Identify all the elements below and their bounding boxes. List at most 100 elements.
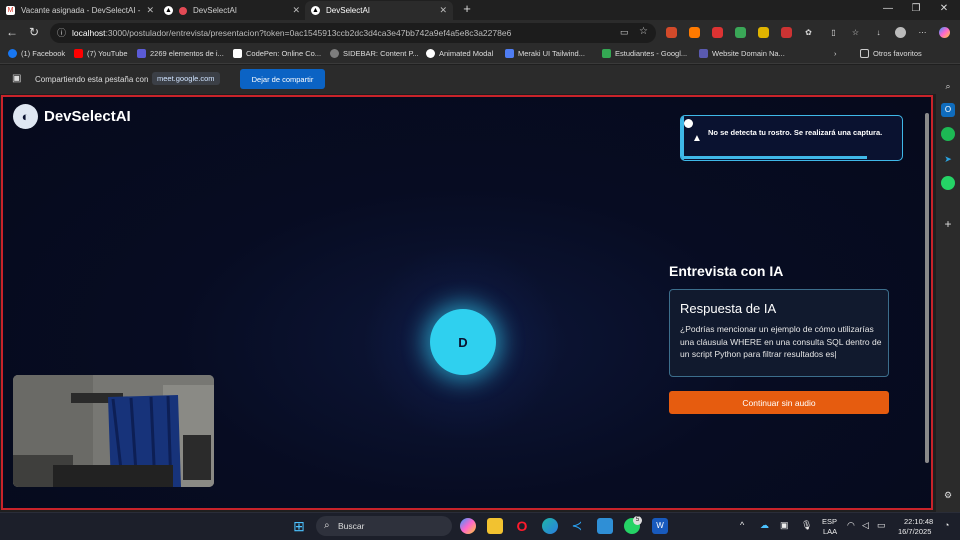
bookmark-animated-modal[interactable]: Animated Modal — [426, 49, 493, 58]
tab-label: DevSelectAI — [326, 6, 371, 15]
opera-icon[interactable]: O — [514, 518, 530, 534]
devselectai-icon: ▲ — [311, 6, 320, 15]
screen-share-icon: ▣ — [12, 73, 22, 84]
photos-icon[interactable] — [597, 518, 613, 534]
recording-icon — [179, 6, 187, 15]
onedrive-icon[interactable]: ☁ — [760, 520, 769, 531]
bookmark-facebook[interactable]: (1) Facebook — [8, 49, 65, 58]
edge-icon[interactable] — [542, 518, 558, 534]
teams-icon[interactable]: ▣ — [780, 520, 789, 531]
other-favorites[interactable]: Otros favoritos — [860, 49, 922, 58]
tab-sharing-bar: ▣ Compartiendo esta pestaña con meet.goo… — [0, 65, 936, 94]
bookmark-elementos[interactable]: 2269 elementos de i... — [137, 49, 224, 58]
extensions-puzzle-icon[interactable]: ✿ — [803, 27, 814, 38]
tab-devselectai[interactable]: ▲ DevSelectAI ✕ — [305, 1, 453, 20]
face-warning-toast[interactable]: ▲ No se detecta tu rostro. Se realizará … — [680, 115, 903, 161]
favorites-icon[interactable]: ☆ — [850, 27, 861, 38]
bookmark-meraki[interactable]: Meraki UI Tailwind... — [505, 49, 585, 58]
devselectai-icon: ▲ — [164, 6, 173, 15]
tray-chevron-up-icon[interactable]: ^ — [740, 520, 744, 530]
cast-icon[interactable]: ▭ — [620, 27, 629, 38]
whatsapp-icon[interactable] — [941, 176, 955, 190]
bookmark-estudiantes[interactable]: Estudiantes - Googl... — [602, 49, 687, 58]
tab-strip: M Vacante asignada - DevSelectAI - ✕ ▲ D… — [0, 0, 960, 20]
bookmark-icon — [330, 49, 339, 58]
windows-start-icon[interactable]: ⊞ — [291, 518, 307, 534]
tab-vacante[interactable]: M Vacante asignada - DevSelectAI - ✕ — [0, 1, 160, 20]
whatsapp-badge: 5 — [633, 516, 642, 525]
bookmark-youtube[interactable]: (7) YouTube — [74, 49, 128, 58]
codepen-icon — [233, 49, 242, 58]
outlook-icon[interactable]: O — [941, 103, 955, 117]
split-screen-icon[interactable]: ▯ — [828, 27, 839, 38]
microphone-icon[interactable]: 🎙 — [801, 520, 812, 531]
bookmark-website-domain[interactable]: Website Domain Na... — [699, 49, 785, 58]
search-icon[interactable]: ⌕ — [941, 79, 955, 93]
copilot-icon[interactable] — [939, 27, 950, 38]
app-viewport: ◐ DevSelectAI ▲ No se detecta tu rostro.… — [1, 95, 933, 510]
gear-icon[interactable]: ⚙ — [941, 488, 955, 502]
search-icon: ⌕ — [324, 520, 330, 531]
download-icon[interactable]: ↓ — [873, 27, 884, 38]
notification-bell-icon[interactable]: ◔ — [944, 520, 949, 530]
language-indicator[interactable]: ESP — [822, 517, 837, 526]
clock-time[interactable]: 22:10:48 — [904, 517, 933, 526]
toast-progress-bar — [684, 156, 868, 159]
taskbar-search[interactable]: ⌕ Buscar — [316, 516, 452, 536]
shield-icon[interactable] — [735, 27, 746, 38]
warning-icon: ▲ — [692, 133, 702, 144]
spotify-icon[interactable] — [941, 127, 955, 141]
address-bar[interactable]: ⓘ localhost:3000/postulador/entrevista/p… — [50, 23, 656, 43]
extension-icon[interactable] — [712, 27, 723, 38]
interview-title: Entrevista con IA — [669, 263, 784, 279]
site-info-icon[interactable]: ⓘ — [57, 26, 66, 39]
youtube-icon — [74, 49, 83, 58]
add-icon[interactable]: + — [941, 217, 955, 231]
metamask-icon[interactable] — [689, 27, 700, 38]
devselectai-logo-icon: ◐ — [13, 104, 38, 129]
volume-icon[interactable]: ◁ — [862, 520, 869, 531]
close-icon[interactable]: ✕ — [146, 5, 154, 16]
tab-label: Vacante asignada - DevSelectAI - — [21, 6, 141, 15]
continue-without-audio-button[interactable]: Continuar sin audio — [669, 391, 889, 414]
extension-icon[interactable] — [758, 27, 769, 38]
bookmark-icon — [505, 49, 514, 58]
vscode-icon[interactable]: ≺ — [569, 518, 585, 534]
reload-button[interactable]: ↻ — [26, 25, 42, 39]
copilot-icon[interactable] — [460, 518, 476, 534]
folder-icon — [860, 49, 869, 58]
tab-devselectai-recording[interactable]: ▲ DevSelectAI ✕ — [158, 1, 306, 20]
profile-avatar[interactable] — [895, 27, 906, 38]
battery-icon[interactable]: ▭ — [877, 520, 886, 531]
favorite-star-icon[interactable]: ☆ — [639, 26, 648, 37]
tab-label: DevSelectAI — [193, 6, 238, 15]
maximize-button[interactable]: ❐ — [902, 3, 930, 14]
search-label: Buscar — [338, 521, 365, 531]
wifi-icon[interactable]: ◠ — [847, 520, 855, 531]
bookmarks-bar: (1) Facebook (7) YouTube 2269 elementos … — [0, 46, 960, 64]
minimize-button[interactable]: — — [874, 3, 902, 14]
telegram-icon[interactable]: ➤ — [941, 152, 955, 166]
bookmark-icon — [699, 49, 708, 58]
more-menu-icon[interactable]: ⋯ — [917, 27, 928, 38]
stop-sharing-button[interactable]: Dejar de compartir — [240, 69, 325, 89]
webcam-preview — [13, 375, 214, 487]
extension-icon[interactable] — [666, 27, 677, 38]
back-button[interactable]: ← — [4, 25, 20, 39]
new-tab-button[interactable]: + — [453, 1, 481, 16]
bookmark-codepen[interactable]: CodePen: Online Co... — [233, 49, 321, 58]
word-icon[interactable]: W — [652, 518, 668, 534]
close-icon[interactable]: ✕ — [439, 5, 447, 16]
file-explorer-icon[interactable] — [487, 518, 503, 534]
scroll-thumb[interactable] — [925, 113, 929, 463]
app-logo[interactable]: ◐ DevSelectAI — [13, 104, 131, 129]
close-window-button[interactable]: ✕ — [930, 3, 958, 14]
sharing-text: Compartiendo esta pestaña con — [35, 75, 149, 84]
close-icon[interactable]: ✕ — [292, 5, 300, 16]
clock-date: 16/7/2025 — [898, 527, 932, 536]
bookmark-sidebar[interactable]: SIDEBAR: Content P... — [330, 49, 419, 58]
extension-icon[interactable] — [781, 27, 792, 38]
bookmarks-overflow-chevron-icon[interactable]: › — [834, 49, 837, 58]
bookmark-icon — [426, 49, 435, 58]
page-scrollbar[interactable] — [924, 101, 930, 506]
